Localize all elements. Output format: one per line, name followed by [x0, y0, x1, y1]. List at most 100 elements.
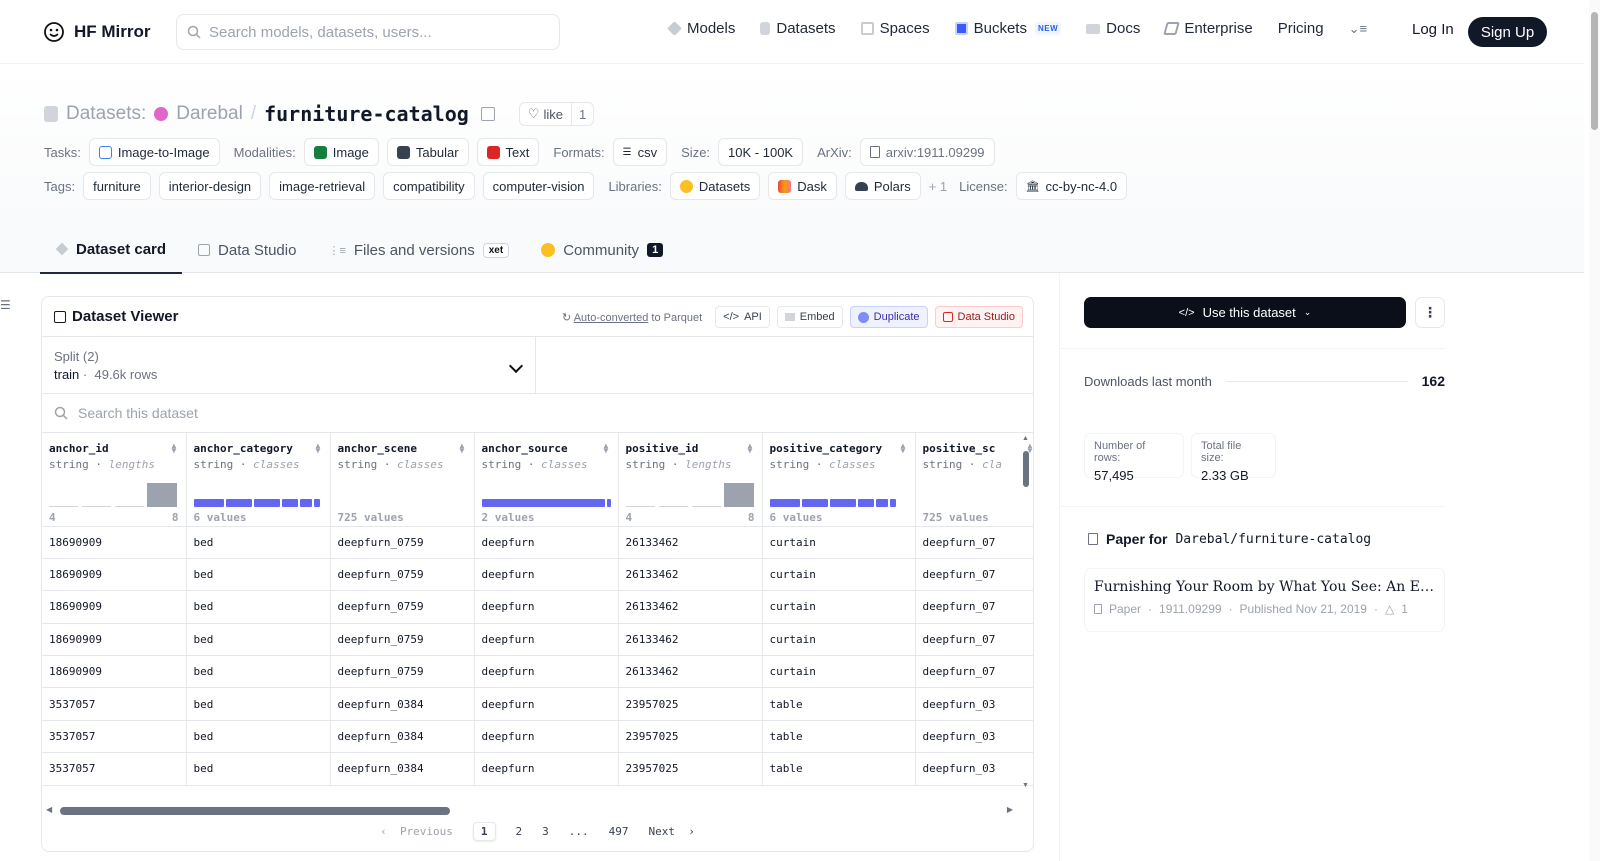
nav-spaces[interactable]: Spaces: [860, 20, 930, 37]
modality-tabular-chip[interactable]: Tabular: [386, 138, 469, 166]
table-row[interactable]: 3537057 bed deepfurn_0384 deepfurn 23957025 t…: [42, 687, 1033, 721]
table-row[interactable]: 18690909 bed deepfurn_0759 deepfurn 26133462…: [42, 590, 1033, 624]
sort-icon[interactable]: ▲ ▼: [460, 442, 467, 455]
column-header[interactable]: anchor_scene string · classes ▲ ▼ 725 values: [330, 433, 475, 527]
table-cell[interactable]: 23957025: [618, 752, 763, 786]
libraries-more[interactable]: + 1: [929, 179, 947, 194]
scroll-down-icon[interactable]: ▼: [1022, 782, 1029, 789]
page-497-button[interactable]: 497: [609, 825, 629, 838]
column-header[interactable]: positive_id string · lengths ▲ ▼ 4 8: [618, 433, 763, 527]
dataset-name[interactable]: furniture-catalog: [264, 102, 469, 126]
column-header[interactable]: anchor_source string · classes ▲ ▼ 2 values: [474, 433, 619, 527]
table-row[interactable]: 18690909 bed deepfurn_0759 deepfurn 26133462…: [42, 526, 1033, 559]
table-cell[interactable]: deepfurn: [474, 687, 619, 721]
global-search-input[interactable]: [209, 23, 539, 41]
library-dask-chip[interactable]: Dask: [768, 172, 837, 200]
modality-text-chip[interactable]: Text: [476, 138, 540, 166]
table-cell[interactable]: curtain: [762, 526, 916, 559]
sort-icon[interactable]: ▲ ▼: [316, 442, 323, 455]
auto-converted-link[interactable]: Auto-converted: [574, 312, 649, 324]
table-cell[interactable]: deepfurn_0759: [330, 558, 475, 592]
table-row[interactable]: 18690909 bed deepfurn_0759 deepfurn 26133462…: [42, 655, 1033, 689]
library-polars-chip[interactable]: Polars: [844, 172, 921, 200]
sort-icon[interactable]: ▲ ▼: [748, 442, 755, 455]
like-button[interactable]: ♡ like 1: [518, 102, 595, 126]
table-cell[interactable]: deepfurn_0759: [330, 526, 475, 559]
table-cell[interactable]: deepfurn_03: [915, 752, 1033, 786]
table-cell[interactable]: curtain: [762, 655, 916, 689]
scroll-right-icon[interactable]: ▶: [1007, 805, 1013, 814]
table-cell[interactable]: deepfurn_03: [915, 687, 1033, 721]
brand-logo[interactable]: HF Mirror: [42, 20, 151, 44]
split-select[interactable]: Split (2) train · 49.6k rows: [42, 337, 536, 393]
table-cell[interactable]: deepfurn: [474, 526, 619, 559]
nav-docs[interactable]: Docs: [1086, 20, 1140, 37]
more-options-button[interactable]: ⋮: [1415, 297, 1445, 328]
previous-page-button[interactable]: ‹ Previous: [380, 825, 453, 838]
table-cell[interactable]: deepfurn_0759: [330, 655, 475, 689]
table-cell[interactable]: bed: [186, 655, 331, 689]
task-chip[interactable]: Image-to-Image: [88, 138, 220, 166]
table-cell[interactable]: deepfurn_0384: [330, 687, 475, 721]
column-header[interactable]: positive_category string · classes ▲ ▼ 6 val…: [762, 433, 916, 527]
api-button[interactable]: </> API: [715, 306, 770, 328]
table-vertical-scrollbar[interactable]: ▲ ▼: [1022, 435, 1029, 789]
modality-image-chip[interactable]: Image: [303, 138, 379, 166]
global-search[interactable]: [176, 14, 560, 50]
signup-button[interactable]: Sign Up: [1468, 17, 1547, 47]
sidebar-toggle-icon[interactable]: ☰: [0, 298, 11, 312]
table-cell[interactable]: deepfurn_0759: [330, 623, 475, 657]
column-header[interactable]: positive_sc string · cla ▲ ▼ 725 values: [915, 433, 1033, 527]
table-cell[interactable]: bed: [186, 526, 331, 559]
column-header[interactable]: anchor_id string · lengths ▲ ▼ 4 8: [42, 433, 187, 527]
use-this-dataset-button[interactable]: </> Use this dataset ⌄: [1084, 297, 1406, 328]
table-row[interactable]: 18690909 bed deepfurn_0759 deepfurn 26133462…: [42, 623, 1033, 657]
table-cell[interactable]: 3537057: [42, 687, 187, 721]
paper-card[interactable]: Furnishing Your Room by What You See: An…: [1084, 568, 1445, 632]
table-cell[interactable]: curtain: [762, 558, 916, 592]
table-cell[interactable]: 23957025: [618, 687, 763, 721]
table-cell[interactable]: 26133462: [618, 558, 763, 592]
table-cell[interactable]: deepfurn_0759: [330, 590, 475, 624]
table-cell[interactable]: table: [762, 752, 916, 786]
table-cell[interactable]: deepfurn_07: [915, 623, 1033, 657]
table-cell[interactable]: bed: [186, 752, 331, 786]
table-cell[interactable]: bed: [186, 590, 331, 624]
table-cell[interactable]: deepfurn: [474, 558, 619, 592]
embed-button[interactable]: Embed: [776, 306, 843, 328]
tag-chip[interactable]: computer-vision: [482, 172, 595, 200]
login-link[interactable]: Log In: [1412, 21, 1454, 38]
paper-title[interactable]: Furnishing Your Room by What You See: An…: [1094, 579, 1435, 595]
table-cell[interactable]: deepfurn_07: [915, 590, 1033, 624]
page-scroll-thumb[interactable]: [1591, 12, 1598, 130]
table-cell[interactable]: bed: [186, 558, 331, 592]
nav-enterprise[interactable]: Enterprise: [1163, 20, 1253, 37]
sort-icon[interactable]: ▲ ▼: [604, 442, 611, 455]
table-cell[interactable]: deepfurn: [474, 720, 619, 754]
table-cell[interactable]: deepfurn: [474, 655, 619, 689]
table-cell[interactable]: 18690909: [42, 558, 187, 592]
table-horizontal-scrollbar[interactable]: ◀ ▶: [42, 803, 1033, 819]
table-cell[interactable]: 18690909: [42, 623, 187, 657]
license-chip[interactable]: 🏛 cc-by-nc-4.0: [1015, 172, 1128, 200]
table-cell[interactable]: 3537057: [42, 752, 187, 786]
tab-files[interactable]: ⋮≡ Files and versions xet: [312, 226, 525, 274]
dataset-search[interactable]: [42, 394, 1033, 433]
page-1-button[interactable]: 1: [472, 822, 496, 841]
table-cell[interactable]: 3537057: [42, 720, 187, 754]
copy-icon[interactable]: [480, 107, 495, 121]
table-cell[interactable]: curtain: [762, 623, 916, 657]
duplicate-button[interactable]: Duplicate: [849, 306, 928, 328]
table-vertical-scroll-thumb[interactable]: [1023, 451, 1029, 487]
arxiv-chip[interactable]: arxiv:1911.09299: [859, 138, 995, 166]
table-cell[interactable]: 23957025: [618, 720, 763, 754]
table-cell[interactable]: bed: [186, 623, 331, 657]
tag-chip[interactable]: image-retrieval: [269, 172, 376, 200]
more-menu-icon[interactable]: ⌄≡: [1349, 21, 1367, 37]
sort-icon[interactable]: ▲ ▼: [901, 442, 908, 455]
table-cell[interactable]: deepfurn_0384: [330, 720, 475, 754]
table-cell[interactable]: 26133462: [618, 655, 763, 689]
scroll-up-icon[interactable]: ▲: [1022, 435, 1029, 442]
nav-models[interactable]: Models: [667, 20, 735, 37]
table-cell[interactable]: bed: [186, 687, 331, 721]
